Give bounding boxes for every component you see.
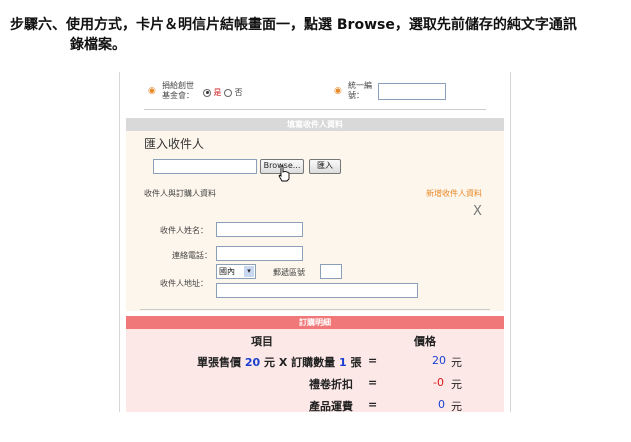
item-column-header: 項目 — [251, 335, 273, 348]
discount-currency: 元 — [451, 378, 462, 391]
address-input[interactable] — [216, 283, 418, 298]
shipping-label: 產品運費 — [309, 400, 353, 412]
equals-sign: = — [368, 398, 378, 411]
region-select-value: 國內 — [219, 267, 235, 276]
add-recipient-link[interactable]: 新增收件人資料 — [426, 188, 482, 199]
discount-label: 禮卷折扣 — [309, 378, 353, 391]
recipient-section-header: 填寫收件人資料 — [126, 118, 504, 131]
close-icon[interactable]: X — [473, 204, 482, 219]
donation-yes-radio[interactable] — [203, 88, 211, 97]
unit-price-row: 單張售價 20 元 X 訂購數量 1 張 — [197, 356, 362, 369]
chevron-down-icon: ▾ — [244, 266, 254, 277]
instruction-line-2: 錄檔案。 — [70, 37, 126, 53]
unit-price-value: 20 — [244, 356, 261, 369]
price-column-header: 價格 — [414, 335, 436, 348]
postal-code-input[interactable] — [320, 264, 342, 279]
region-select[interactable]: 國內 ▾ — [216, 264, 256, 279]
checkout-screenshot: ◉ 捐給創世 基金會： 是 否 ◉ 統一編 號： 填寫收件人資料 匯入收件人 B… — [119, 72, 511, 412]
discount-value: -0 — [433, 376, 444, 389]
shipping-currency: 元 — [451, 400, 462, 412]
phone-input[interactable] — [216, 246, 303, 261]
required-dot-icon: ◉ — [148, 86, 156, 96]
divider — [140, 309, 490, 310]
subtotal-value: 20 — [432, 354, 446, 367]
donation-no-label: 否 — [234, 88, 243, 97]
hand-cursor-icon — [278, 165, 290, 182]
order-section-header: 訂購明細 — [126, 316, 504, 329]
instruction-text: 步驟六、使用方式，卡片＆明信片結帳畫面一，點選 Browse，選取先前儲存的純文… — [10, 15, 620, 55]
donation-no-radio[interactable] — [224, 88, 233, 97]
donation-yes-label: 是 — [213, 88, 222, 97]
recipient-name-input[interactable] — [216, 222, 303, 237]
file-path-input[interactable] — [153, 159, 257, 174]
divider — [144, 109, 486, 110]
recipient-name-label: 收件人姓名： — [160, 226, 208, 235]
subtotal-currency: 元 — [451, 356, 462, 369]
equals-sign: = — [368, 376, 378, 389]
instruction-line-1: 步驟六、使用方式，卡片＆明信片結帳畫面一，點選 Browse，選取先前儲存的純文… — [10, 17, 577, 33]
quantity-value: 1 — [339, 356, 347, 369]
donation-radio-group: 是 否 — [203, 87, 243, 98]
required-dot-icon: ◉ — [334, 86, 342, 96]
import-button[interactable]: 匯入 — [309, 159, 341, 174]
equals-sign: = — [368, 354, 378, 367]
tax-id-label: 統一編 號： — [348, 81, 372, 100]
shipping-value: 0 — [438, 398, 445, 411]
phone-label: 連絡電話： — [172, 251, 212, 260]
recipient-buyer-label: 收件人與訂購人資料 — [144, 189, 216, 198]
tax-id-input[interactable] — [378, 83, 446, 100]
postal-code-label: 郵遞區號 — [273, 268, 305, 277]
import-recipients-heading: 匯入收件人 — [144, 137, 205, 151]
donation-label: 捐給創世 基金會： — [162, 81, 194, 100]
address-label: 收件人地址： — [160, 279, 208, 288]
